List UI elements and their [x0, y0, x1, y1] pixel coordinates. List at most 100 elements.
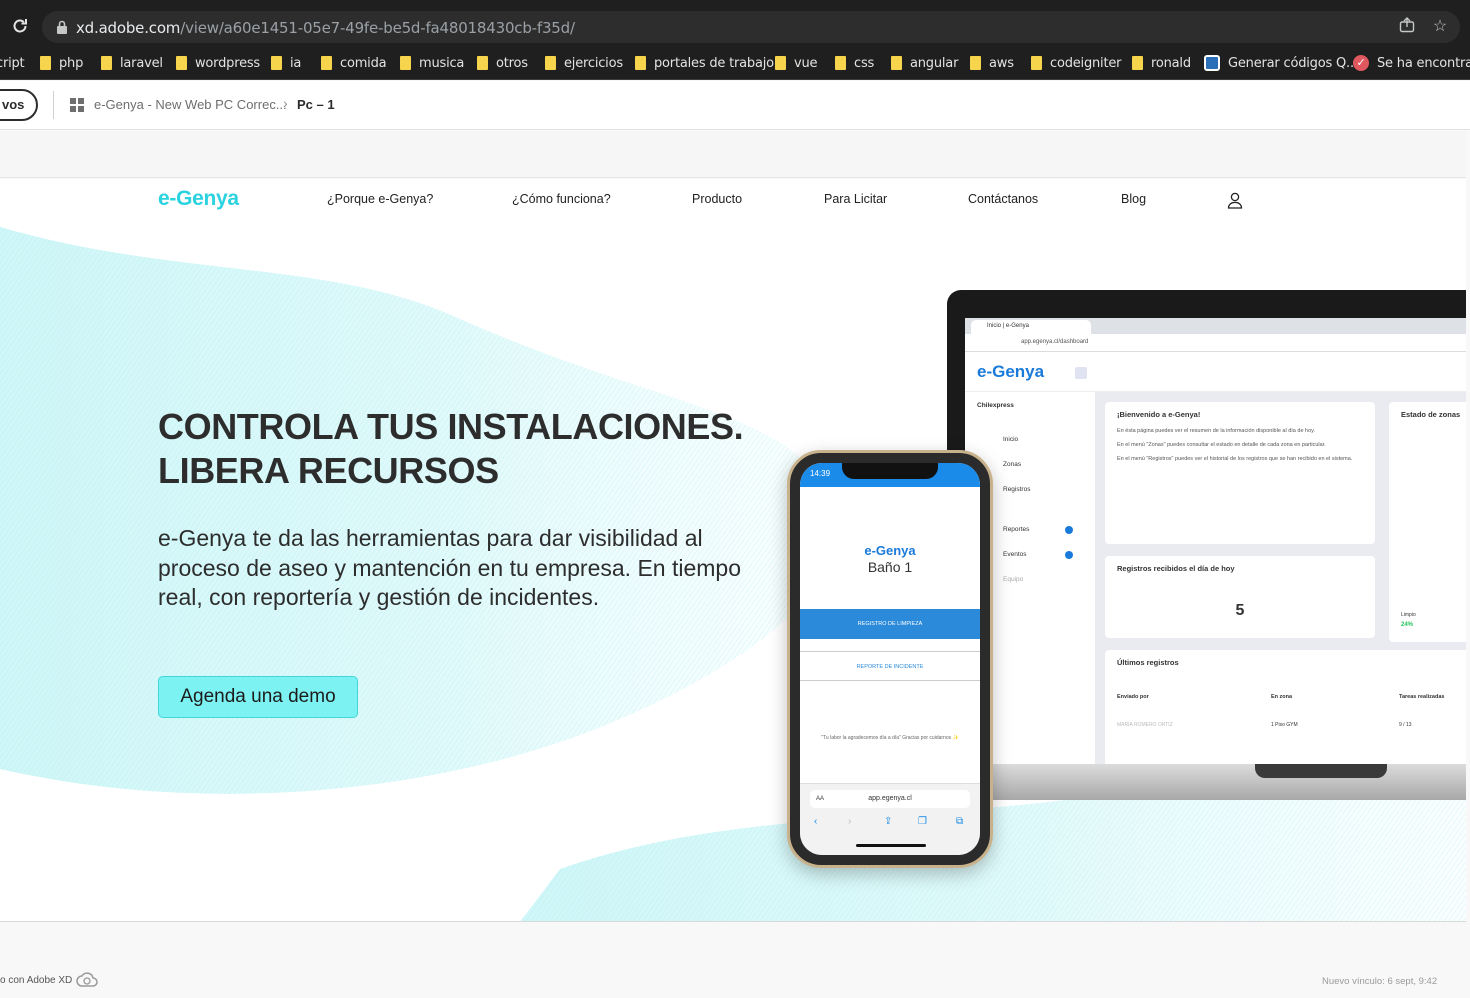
share-icon[interactable] [1397, 17, 1417, 37]
url-host: xd.adobe.com [76, 19, 181, 37]
bookmark-label: comida [340, 55, 387, 71]
star-icon[interactable]: ☆ [1430, 17, 1450, 37]
site-nav: e-Genya ¿Porque e-Genya? ¿Cómo funciona?… [0, 179, 1466, 223]
mock-tab: Inicio | e-Genya [971, 320, 1091, 334]
welcome-title: ¡Bienvenido a e-Genya! [1117, 410, 1201, 419]
bookmark-label: wordpress [195, 55, 261, 71]
mock-header: e-Genya [965, 352, 1466, 392]
bookmark-label: codeigniter [1050, 55, 1122, 71]
folder-icon [40, 56, 51, 70]
bookmark-label: cript [0, 55, 25, 71]
mock-menu-inicio: Inicio [1003, 436, 1019, 443]
bookmark-label: musica [419, 55, 465, 71]
site-logo[interactable]: e-Genya [158, 187, 239, 211]
phone-url-text: app.egenya.cl [868, 795, 912, 802]
bookmark-label: aws [989, 55, 1014, 71]
bookmark-cript[interactable]: cript [0, 54, 25, 72]
grid-icon[interactable] [70, 98, 84, 112]
hamburger-icon [1075, 367, 1087, 379]
nav-como-funciona[interactable]: ¿Cómo funciona? [512, 192, 611, 206]
nav-porque[interactable]: ¿Porque e-Genya? [327, 192, 433, 206]
bookmark-label: vue [794, 55, 818, 71]
clean-label: Limpio [1401, 612, 1416, 618]
share-icon: ⇪ [884, 816, 893, 827]
bookmark-found[interactable]: ✓ Se ha encontrado [1353, 54, 1470, 72]
phone-url: AA app.egenya.cl [810, 790, 970, 808]
nav-para-licitar[interactable]: Para Licitar [824, 192, 887, 206]
bookmark-vue[interactable]: vue [775, 54, 818, 72]
qr-icon [1204, 55, 1220, 71]
nav-blog[interactable]: Blog [1121, 192, 1146, 206]
col-tasks: Tareas realizadas [1399, 694, 1445, 700]
breadcrumb-artboard: Pc – 1 [297, 97, 335, 112]
bookmark-musica[interactable]: musica [400, 54, 464, 72]
nav-producto[interactable]: Producto [692, 192, 742, 206]
xd-footer-timestamp: Nuevo vínculo: 6 sept, 9:42 [1322, 976, 1438, 987]
bookmarks-icon: ❐ [918, 816, 927, 827]
col-sent: Enviado por [1117, 694, 1149, 700]
laptop-base [947, 764, 1466, 800]
nav-contactanos[interactable]: Contáctanos [968, 192, 1038, 206]
phone-font-size: AA [816, 796, 825, 802]
zones-title: Estado de zonas [1401, 410, 1461, 419]
bookmark-php[interactable]: php [40, 54, 83, 72]
welcome-p3: En el menú "Registros" puedes ver el his… [1117, 456, 1353, 462]
tabs-icon: ⧉ [956, 816, 964, 827]
bookmark-label: portales de trabajo [654, 55, 774, 71]
bookmark-ronald[interactable]: ronald [1132, 54, 1191, 72]
mock-menu-registros: Registros [1003, 486, 1031, 493]
screen: xd.adobe.com/view/a60e1451-05e7-49fe-be5… [0, 0, 1470, 998]
last-records-card: Últimos registros Enviado por En zona Ta… [1105, 650, 1466, 764]
lock-icon[interactable] [56, 20, 68, 34]
browser-toolbar: xd.adobe.com/view/a60e1451-05e7-49fe-be5… [0, 8, 1470, 46]
row-tasks: 9 / 13 [1399, 722, 1412, 728]
folder-icon [176, 56, 187, 70]
bookmark-comida[interactable]: comida [321, 54, 387, 72]
bookmark-label: laravel [120, 55, 163, 71]
bookmark-label: ia [290, 55, 302, 71]
phone-safari-bar: AA app.egenya.cl ‹ › ⇪ ❐ ⧉ [800, 783, 980, 855]
breadcrumb-document[interactable]: e-Genya - New Web PC Correc... [94, 97, 287, 112]
folder-icon [1132, 56, 1143, 70]
bookmark-codeigniter[interactable]: codeigniter [1031, 54, 1122, 72]
folder-icon [271, 56, 282, 70]
bookmark-otros[interactable]: otros [477, 54, 528, 72]
user-icon[interactable] [1227, 192, 1243, 209]
mock-menu-equipo: Equipo [1003, 576, 1024, 583]
bookmark-ejercicios[interactable]: ejercicios [545, 54, 623, 72]
home-indicator [856, 844, 926, 847]
col-zone: En zona [1271, 694, 1293, 700]
divider [53, 91, 54, 119]
phone-cleaning-button: REGISTRO DE LIMPIEZA [800, 609, 980, 639]
zones-card: Estado de zonas Limpio 24% [1389, 402, 1466, 642]
bookmark-aws[interactable]: aws [970, 54, 1014, 72]
demo-button[interactable]: Agenda una demo [158, 676, 358, 718]
phone-incident-button: REPORTE DE INCIDENTE [800, 651, 980, 681]
bookmark-label: Generar códigos Q... [1228, 55, 1358, 71]
bookmark-label: angular [910, 55, 959, 71]
bookmark-qr-generator[interactable]: Generar códigos Q... [1204, 54, 1358, 72]
xd-left-button[interactable]: vos [0, 89, 38, 121]
address-bar[interactable]: xd.adobe.com/view/a60e1451-05e7-49fe-be5… [42, 11, 1460, 43]
folder-icon [545, 56, 556, 70]
xd-header: vos e-Genya - New Web PC Correc... › Pc … [0, 81, 1470, 130]
forward-icon: › [848, 816, 852, 827]
folder-icon [477, 56, 488, 70]
mock-tabbar: Inicio | e-Genya [965, 318, 1466, 334]
row-name: MARIA ROMERO ORTIZ [1117, 722, 1173, 728]
bookmark-css[interactable]: css [835, 54, 874, 72]
bookmark-laravel[interactable]: laravel [101, 54, 163, 72]
bookmark-wordpress[interactable]: wordpress [176, 54, 260, 72]
folder-icon [101, 56, 112, 70]
bookmark-angular[interactable]: angular [891, 54, 958, 72]
phone-quote: "Tu labor la agradecemos día a día" Grac… [821, 735, 959, 741]
chevron-right-icon: › [283, 95, 288, 111]
mock-menu-zonas: Zonas [1003, 461, 1022, 468]
mock-main: ¡Bienvenido a e-Genya! En ésta página pu… [1095, 392, 1466, 764]
reload-icon[interactable] [10, 17, 30, 37]
laptop-mockup: Inicio | e-Genya app.egenya.cl/dashboard… [947, 290, 1466, 800]
bookmark-portales[interactable]: portales de trabajo [635, 54, 774, 72]
canvas-background [0, 131, 1466, 178]
info-dot-icon [1065, 526, 1073, 534]
bookmark-ia[interactable]: ia [271, 54, 301, 72]
